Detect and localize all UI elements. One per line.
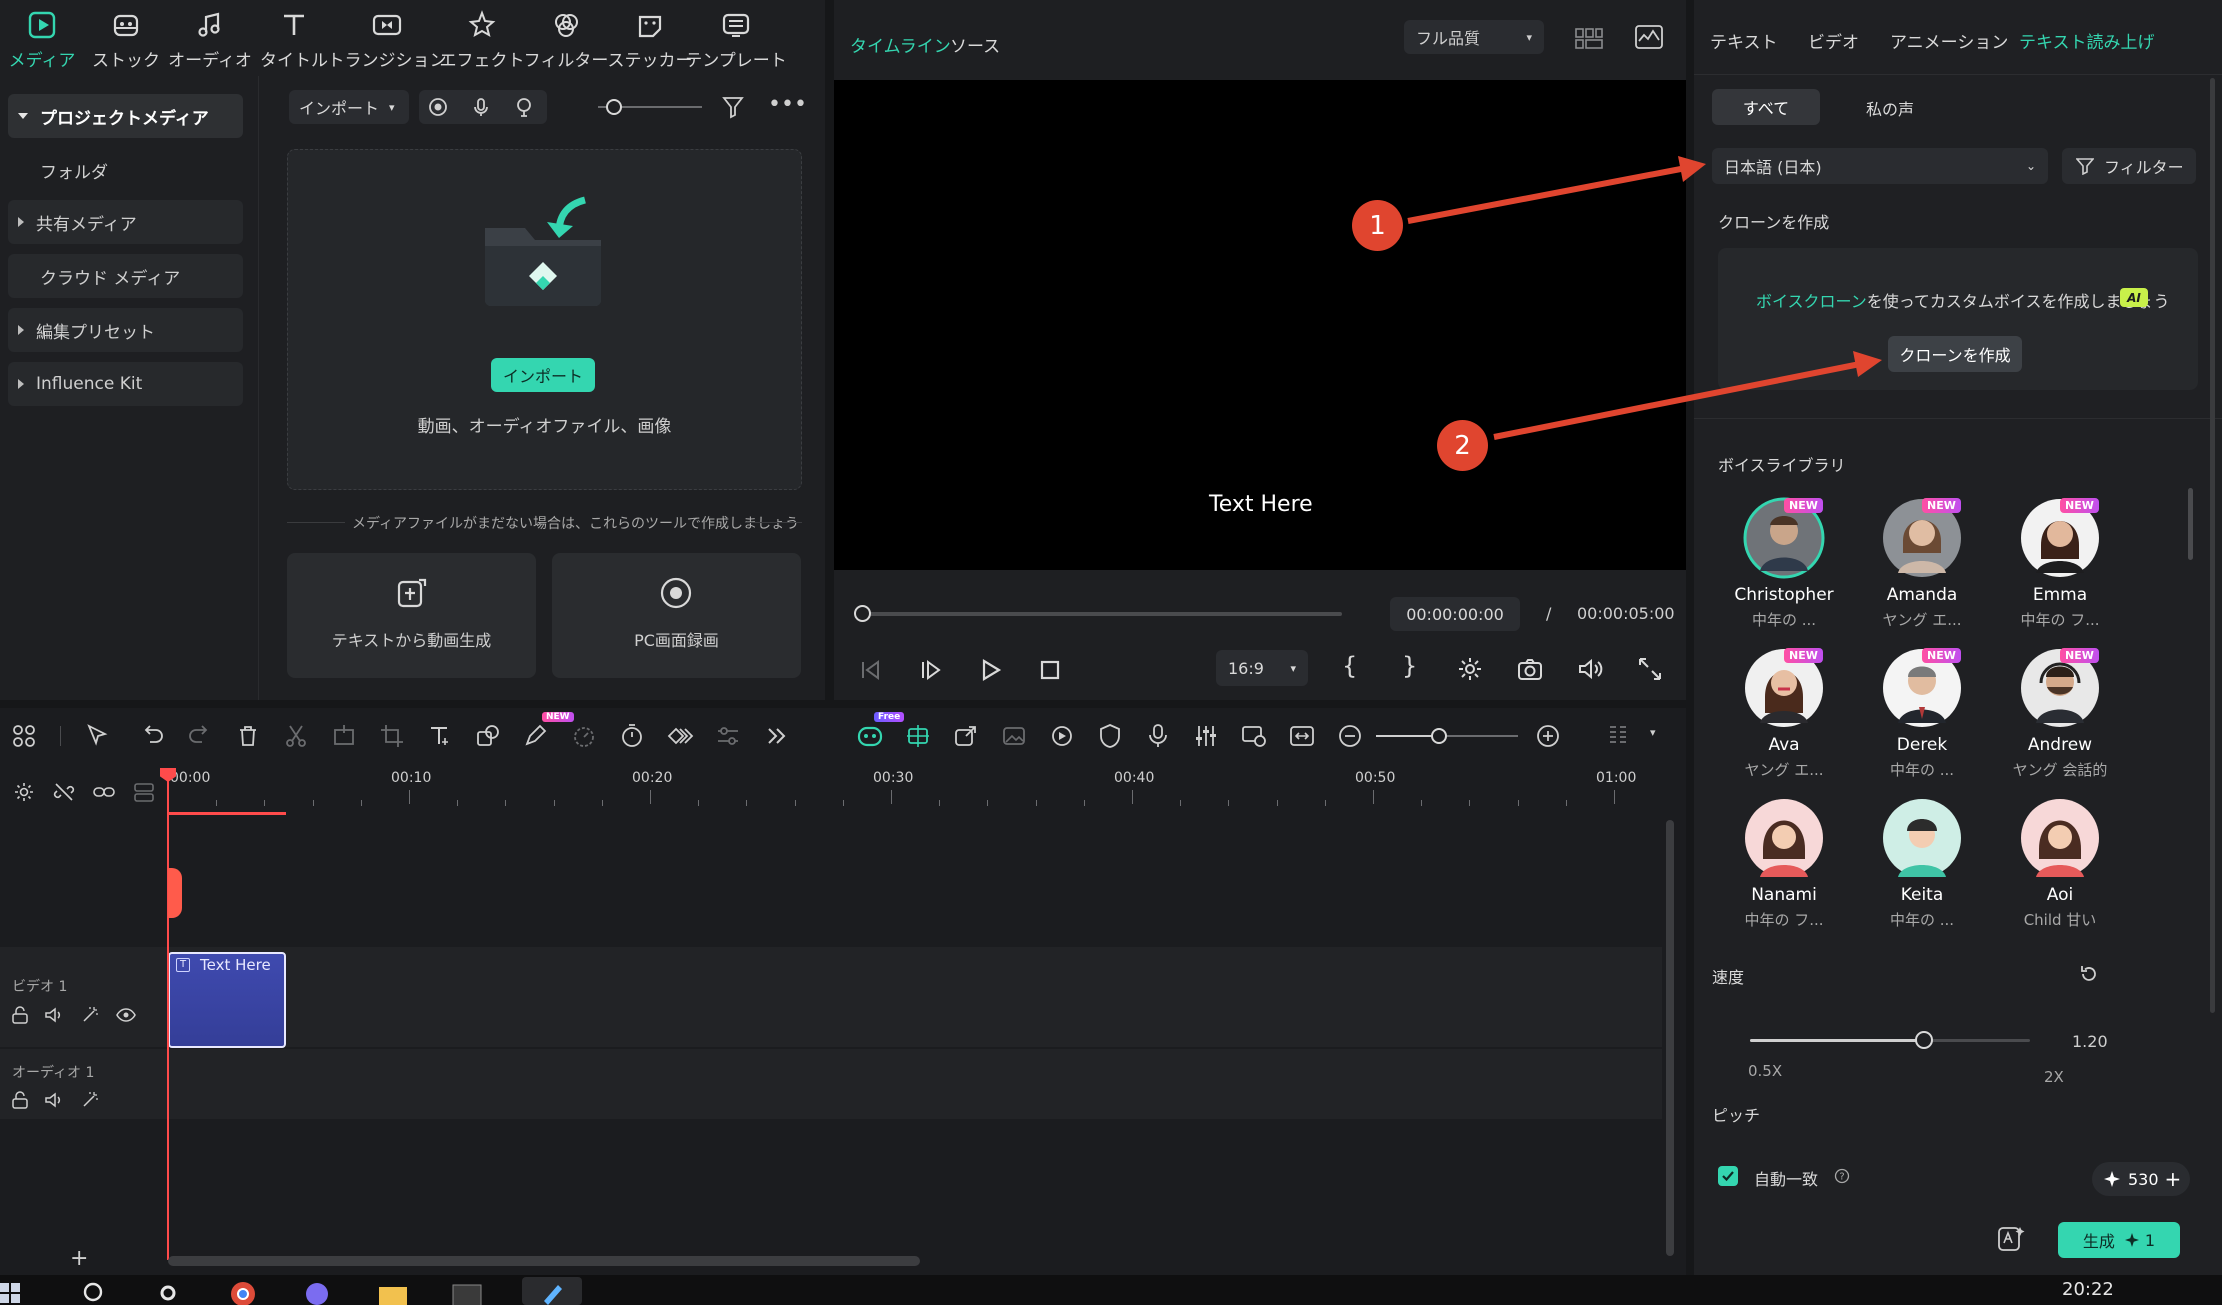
annotation-overlay	[1407, 156, 1882, 440]
annotation-arrowhead-2	[1853, 351, 1882, 377]
app-window: メディア ストック オーディオ タイトル トランジション エフェクト フィルター	[0, 0, 2222, 1305]
annotation-number: 2	[1454, 430, 1471, 461]
taskbar-clock: 20:22	[2062, 1279, 2114, 1300]
taskbar-chrome-icon[interactable]	[230, 1281, 256, 1305]
annotation-arrowhead-1	[1678, 156, 1706, 182]
taskbar-settings-icon[interactable]	[156, 1281, 180, 1305]
windows-start-icon[interactable]	[0, 1283, 20, 1305]
taskbar-filmora-icon	[544, 1285, 562, 1305]
annotation-marker-1: 1	[1352, 200, 1403, 251]
taskbar-copilot-icon[interactable]	[304, 1281, 330, 1305]
annotation-arrow-2	[1493, 361, 1861, 440]
taskbar-filmora-active[interactable]	[522, 1277, 582, 1305]
taskbar-search-icon[interactable]	[82, 1281, 106, 1305]
annotation-arrow-1	[1407, 165, 1687, 224]
annotation-number: 1	[1369, 210, 1386, 241]
taskbar-terminal-icon[interactable]	[452, 1283, 482, 1305]
annotation-marker-2: 2	[1437, 420, 1488, 471]
taskbar-explorer-icon[interactable]	[378, 1283, 408, 1305]
os-taskbar: 20:22	[0, 1275, 2222, 1305]
